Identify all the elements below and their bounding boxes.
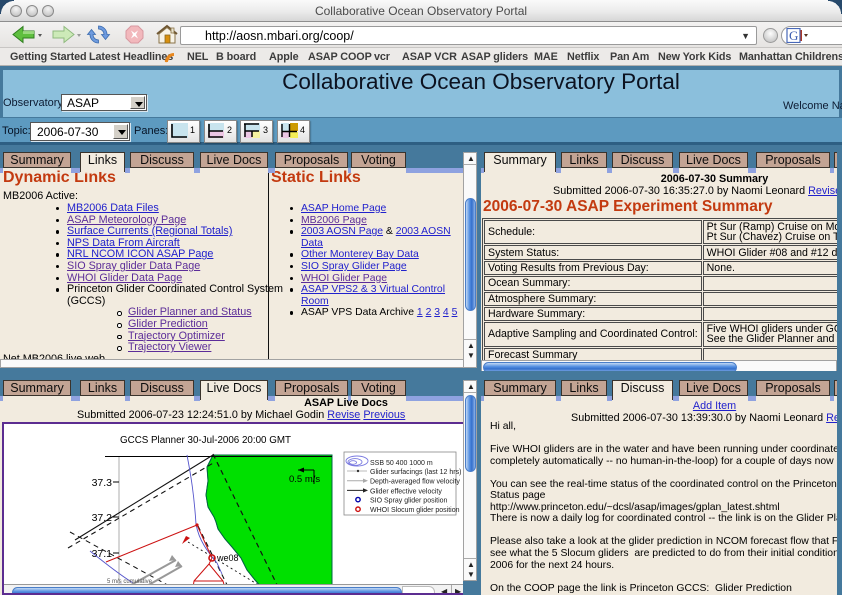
svg-text:G: G: [789, 28, 798, 43]
svg-text:37.3: 37.3: [92, 477, 113, 489]
svg-text:Glider surfacings (last 12 hrs: Glider surfacings (last 12 hrs): [370, 469, 461, 476]
svg-text:37.2: 37.2: [92, 512, 113, 524]
svg-text:SIO Spray glider position: SIO Spray glider position: [370, 498, 448, 505]
svg-text:1: 1: [190, 125, 195, 135]
svg-text:0.5 m/s: 0.5 m/s: [289, 474, 320, 485]
svg-text:WHOI Slocum glider position: WHOI Slocum glider position: [370, 507, 460, 514]
svg-text:SSB 50 400 1000 m: SSB 50 400 1000 m: [370, 460, 433, 467]
svg-text:GCCS Planner 30-Jul-2006 20:00: GCCS Planner 30-Jul-2006 20:00 GMT: [120, 435, 291, 446]
svg-text:3: 3: [263, 125, 268, 135]
svg-text:4: 4: [300, 125, 305, 135]
svg-text:Glider effective velocity: Glider effective velocity: [370, 488, 442, 495]
svg-text:Depth-averaged flow velocity: Depth-averaged flow velocity: [370, 479, 460, 486]
svg-text:2: 2: [227, 125, 232, 135]
svg-text:we08: we08: [216, 553, 239, 563]
